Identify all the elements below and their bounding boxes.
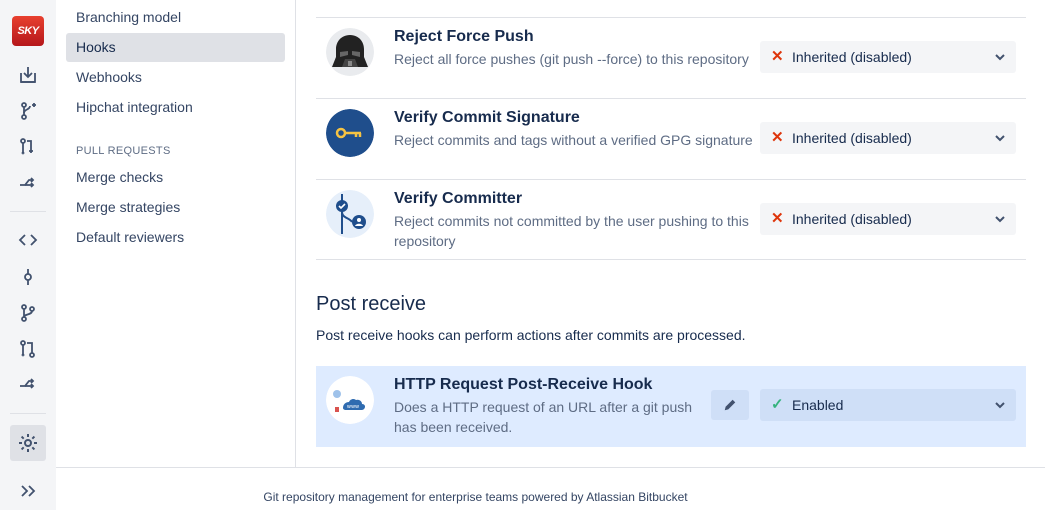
hook-title: Verify Committer xyxy=(394,190,523,207)
chevron-down-icon xyxy=(994,122,1006,155)
pencil-icon xyxy=(724,399,736,411)
hook-row: Reject Force Push Reject all force pushe… xyxy=(316,17,1026,98)
nav-item-hipchat-integration[interactable]: Hipchat integration xyxy=(66,93,285,122)
hook-status-select[interactable]: ✕ Inherited (disabled) xyxy=(760,41,1016,73)
chevron-down-icon xyxy=(994,203,1006,236)
edit-hook-button[interactable] xyxy=(711,390,749,420)
clone-icon[interactable] xyxy=(14,61,42,89)
create-branch-icon[interactable] xyxy=(14,97,42,125)
rail-divider xyxy=(10,211,46,212)
footer-divider xyxy=(56,467,1045,468)
chevron-down-icon xyxy=(994,41,1006,74)
fork-icon[interactable] xyxy=(14,169,42,197)
hook-row: Verify Committer Reject commits not comm… xyxy=(316,179,1026,260)
hook-status-label: Enabled xyxy=(792,397,844,413)
close-icon: ✕ xyxy=(771,48,784,65)
svg-text:www: www xyxy=(347,404,359,410)
sidebar-rail: SKY xyxy=(0,0,56,510)
project-logo[interactable]: SKY xyxy=(12,16,44,46)
nav-item-webhooks[interactable]: Webhooks xyxy=(66,63,285,92)
forks-icon[interactable] xyxy=(14,370,42,398)
create-pull-request-icon[interactable] xyxy=(14,133,42,161)
nav-item-merge-strategies[interactable]: Merge strategies xyxy=(66,193,285,222)
chevron-down-icon xyxy=(994,389,1006,422)
committer-icon xyxy=(326,190,374,238)
hook-description: Does a HTTP request of an URL after a gi… xyxy=(394,399,693,435)
nav-item-merge-checks[interactable]: Merge checks xyxy=(66,163,285,192)
nav-item-hooks[interactable]: Hooks xyxy=(66,33,285,62)
footer-text[interactable]: Git repository management for enterprise… xyxy=(263,490,687,504)
key-icon xyxy=(326,109,374,157)
close-icon: ✕ xyxy=(771,129,784,146)
rail-divider xyxy=(10,413,46,414)
commits-icon[interactable] xyxy=(14,263,42,291)
pull-requests-heading: PULL REQUESTS xyxy=(76,145,171,157)
hook-row: www HTTP Request Post-Receive Hook Does … xyxy=(316,366,1026,447)
hook-description: Reject commits not committed by the user… xyxy=(394,213,749,249)
hook-title: HTTP Request Post-Receive Hook xyxy=(394,376,653,393)
nav-item-default-reviewers[interactable]: Default reviewers xyxy=(66,223,285,252)
hook-status-label: Inherited (disabled) xyxy=(792,211,912,227)
check-icon: ✓ xyxy=(771,396,784,413)
nav-item-branching-model[interactable]: Branching model xyxy=(66,3,285,32)
hook-status-select[interactable]: ✓ Enabled xyxy=(760,389,1016,421)
expand-icon[interactable] xyxy=(14,477,42,505)
hook-status-select[interactable]: ✕ Inherited (disabled) xyxy=(760,203,1016,235)
hook-title: Verify Commit Signature xyxy=(394,109,580,126)
settings-icon[interactable] xyxy=(14,429,42,457)
post-receive-description: Post receive hooks can perform actions a… xyxy=(316,327,746,343)
source-icon[interactable] xyxy=(14,226,42,254)
hook-description: Reject commits and tags without a verifi… xyxy=(394,132,753,148)
vader-icon xyxy=(326,28,374,76)
hook-row: Verify Commit Signature Reject commits a… xyxy=(316,98,1026,179)
settings-nav: Branching model Hooks Webhooks Hipchat i… xyxy=(56,0,296,468)
pull-requests-icon[interactable] xyxy=(14,335,42,363)
branches-icon[interactable] xyxy=(14,299,42,327)
hook-title: Reject Force Push xyxy=(394,28,534,45)
hook-status-select[interactable]: ✕ Inherited (disabled) xyxy=(760,122,1016,154)
close-icon: ✕ xyxy=(771,210,784,227)
post-receive-heading: Post receive xyxy=(316,293,427,315)
hook-status-label: Inherited (disabled) xyxy=(792,130,912,146)
hook-status-label: Inherited (disabled) xyxy=(792,49,912,65)
hook-description: Reject all force pushes (git push --forc… xyxy=(394,51,749,67)
footer: Git repository management for enterprise… xyxy=(56,490,1045,504)
http-cloud-icon: www xyxy=(326,376,374,424)
